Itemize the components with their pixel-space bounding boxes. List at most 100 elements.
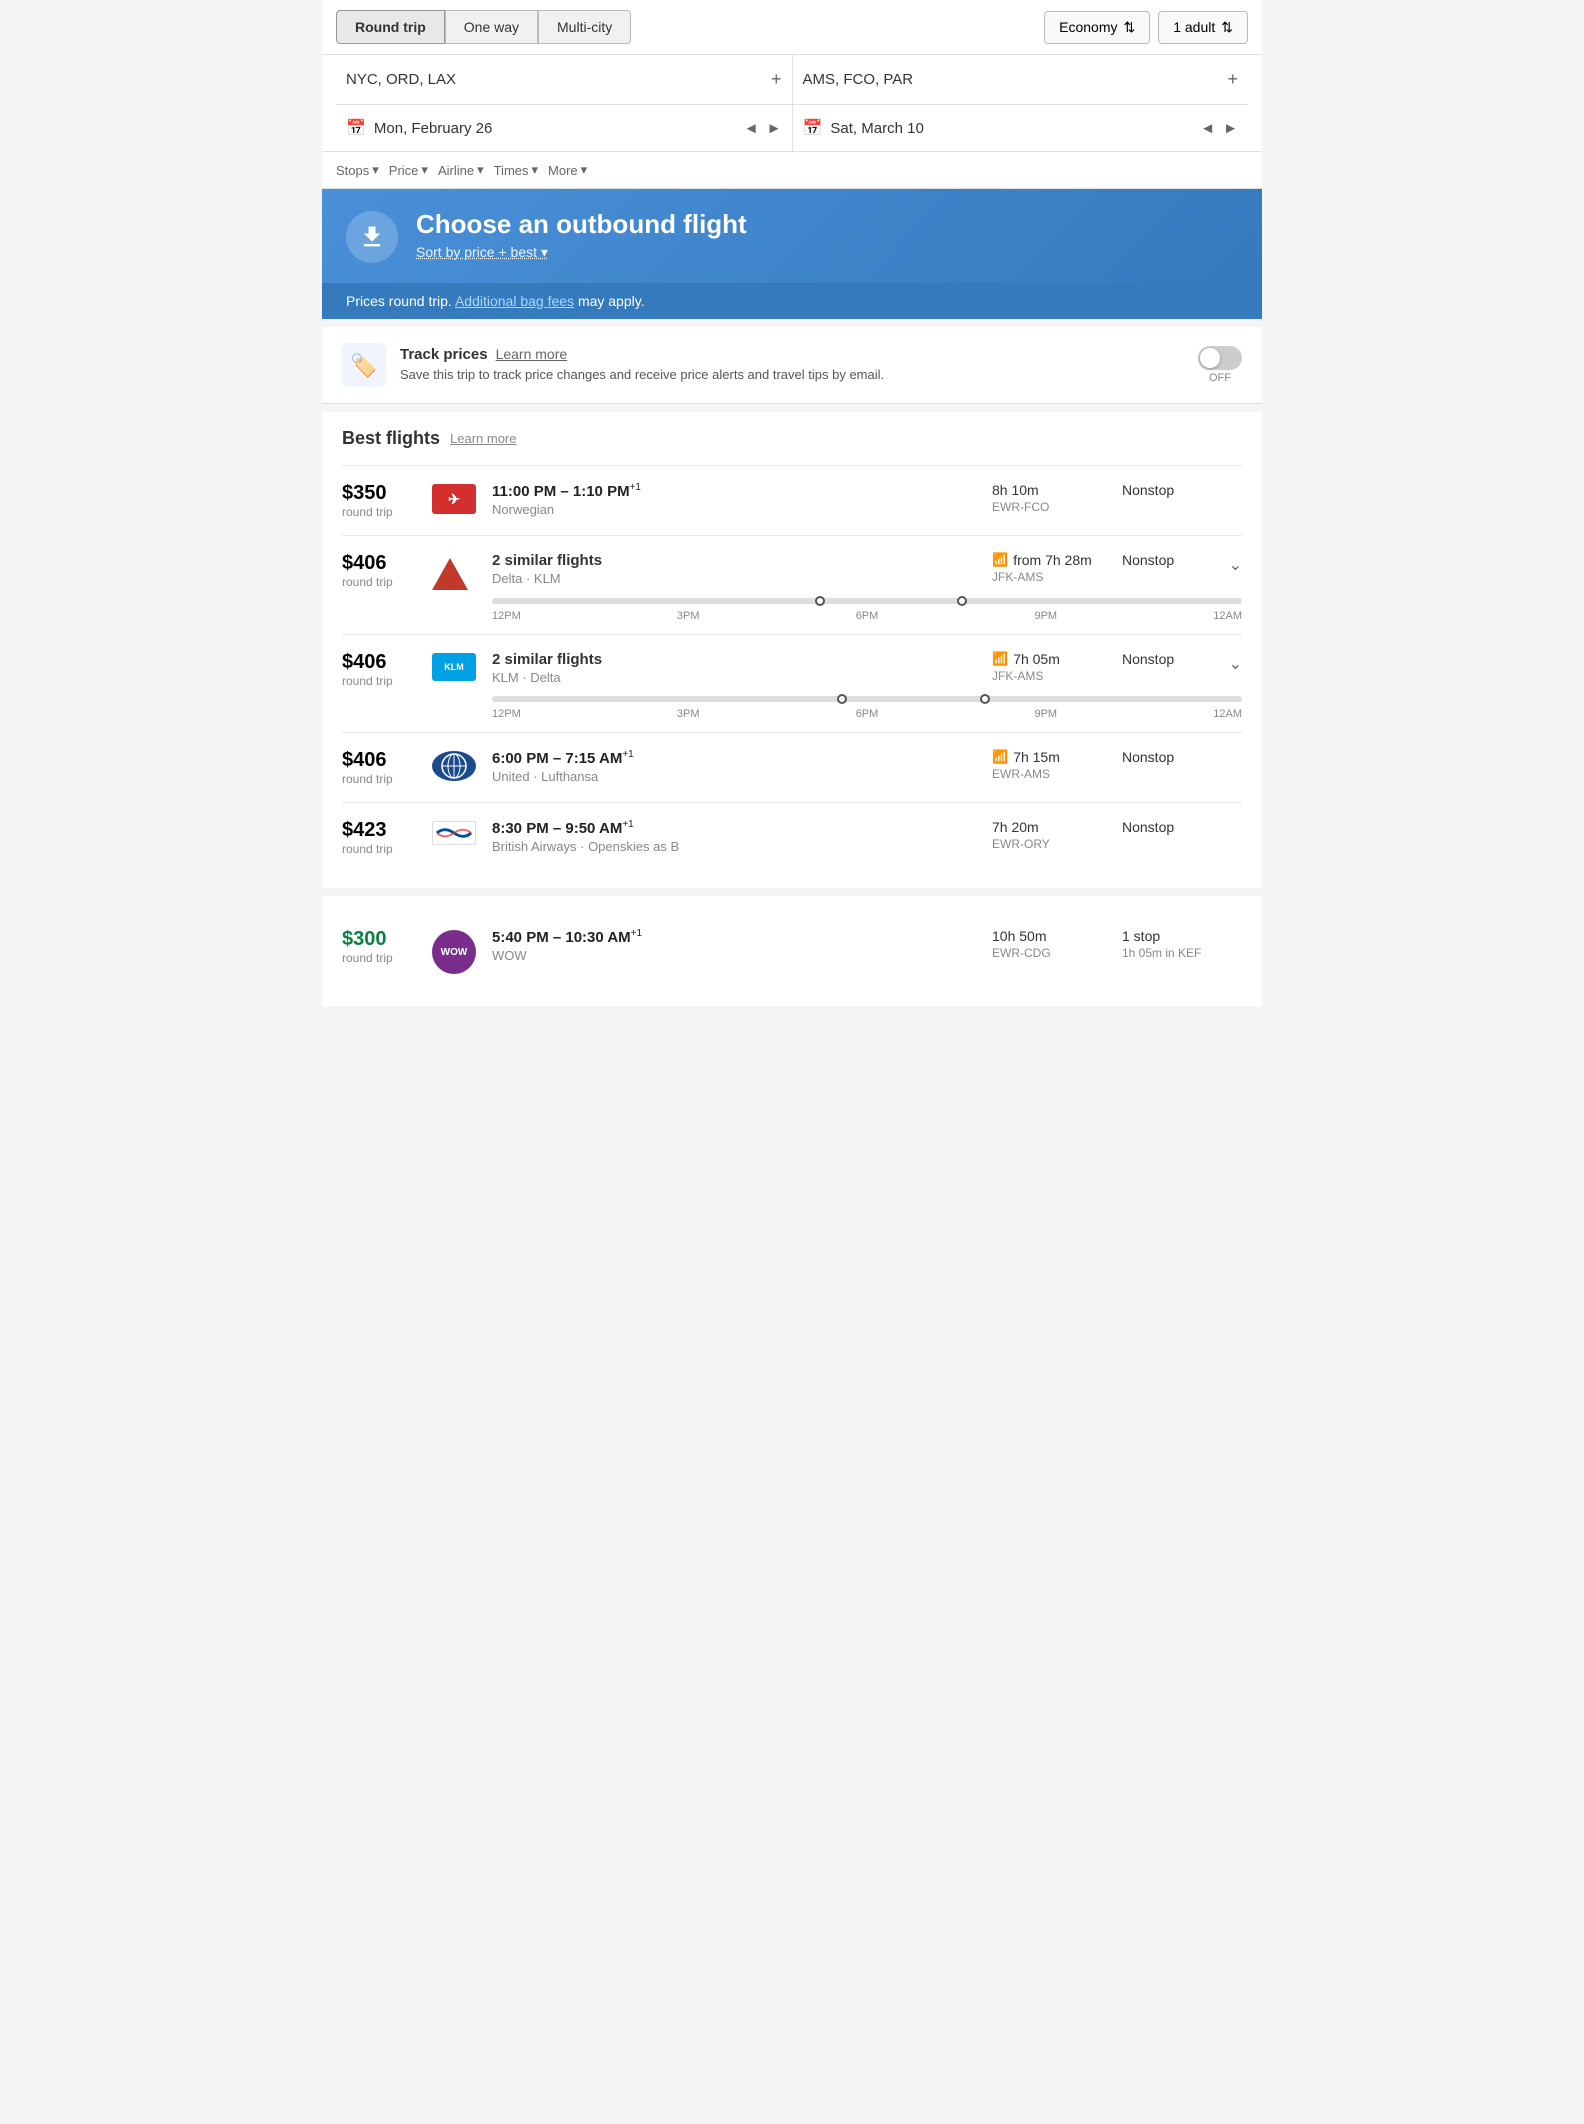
track-prices-description: Save this trip to track price changes an… [400, 366, 1184, 384]
flight-stops: Nonstop [1122, 651, 1242, 667]
flight-row[interactable]: $350 round trip ✈ 11:00 PM – 1:10 PM+1 N… [342, 465, 1242, 535]
globe-icon [440, 752, 468, 780]
stops-filter[interactable]: Stops ▾ [336, 162, 379, 178]
passengers-selector[interactable]: 1 adult ⇅ [1158, 11, 1248, 44]
price-chevron: ▾ [421, 162, 428, 178]
track-prices-icon: 🏷️ [342, 343, 386, 387]
flight-airline: British Airways · Openskies as B [492, 839, 982, 854]
airline-filter[interactable]: Airline ▾ [438, 162, 484, 178]
stops-chevron: ▾ [372, 162, 379, 178]
flight-info-col: 11:00 PM – 1:10 PM+1 Norwegian [492, 482, 992, 517]
times-filter[interactable]: Times ▾ [494, 162, 538, 178]
flight-stops: Nonstop [1122, 819, 1242, 835]
trip-type-group: Round trip One way Multi-city [336, 10, 631, 44]
flight-price-col: $423 round trip [342, 819, 432, 856]
flight-price: $406 [342, 749, 432, 772]
passengers-chevron: ⇅ [1221, 19, 1233, 36]
times-chevron: ▾ [532, 162, 539, 178]
flight-times: 8:30 PM – 9:50 AM+1 [492, 819, 982, 837]
return-date-nav[interactable]: ◄ ► [1200, 120, 1238, 137]
search-fields: NYC, ORD, LAX + AMS, FCO, PAR + 📅 Mon, F… [322, 55, 1262, 152]
flight-price-type: round trip [342, 951, 432, 965]
filters-bar: Stops ▾ Price ▾ Airline ▾ Times ▾ More ▾ [322, 152, 1262, 189]
multi-city-button[interactable]: Multi-city [538, 10, 631, 44]
track-prices-learn-link[interactable]: Learn more [496, 346, 568, 362]
flight-airline: United · Lufthansa [492, 769, 982, 784]
track-prices-toggle[interactable]: OFF [1198, 346, 1242, 384]
outbound-sort[interactable]: Sort by price + best ▾ [416, 244, 747, 261]
round-trip-button[interactable]: Round trip [336, 10, 445, 44]
expand-button[interactable]: ⌄ [1229, 555, 1242, 575]
flight-stops: Nonstop [1122, 749, 1242, 765]
flight-route: EWR-AMS [992, 767, 1122, 781]
flight-row[interactable]: $300 round trip WOW 5:40 PM – 10:30 AM+1… [342, 912, 1242, 990]
best-flights-section: Best flights Learn more $350 round trip … [322, 412, 1262, 888]
flight-airline: KLM · Delta [492, 670, 982, 685]
more-filter[interactable]: More ▾ [548, 162, 587, 178]
flight-row-group: $406 round trip 2 similar flights Delta … [342, 535, 1242, 634]
origin-field[interactable]: NYC, ORD, LAX + [336, 55, 793, 104]
depart-date-field[interactable]: 📅 Mon, February 26 ◄ ► [336, 105, 793, 151]
timeline-label: 12PM [492, 708, 521, 720]
flight-info-col: 5:40 PM – 10:30 AM+1 WOW [492, 928, 992, 963]
timeline-dot-2 [980, 694, 990, 704]
flight-duration-col: 📶 7h 05m JFK-AMS [992, 651, 1122, 683]
depart-next-icon[interactable]: ► [767, 120, 782, 137]
timeline-label: 3PM [677, 610, 700, 622]
cabin-selector[interactable]: Economy ⇅ [1044, 11, 1150, 44]
flight-stops: 1 stop [1122, 928, 1242, 944]
prices-note-text: Prices round trip. [346, 293, 452, 309]
timeline-label: 12AM [1213, 708, 1242, 720]
depart-prev-icon[interactable]: ◄ [744, 120, 759, 137]
destination-field[interactable]: AMS, FCO, PAR + [793, 55, 1249, 104]
cabin-label: Economy [1059, 19, 1117, 35]
flight-duration-col: 📶 from 7h 28m JFK-AMS [992, 552, 1122, 584]
flight-row[interactable]: $406 round trip KLM 2 similar flights KL… [342, 634, 1242, 692]
flight-price-type: round trip [342, 842, 432, 856]
top-bar: Round trip One way Multi-city Economy ⇅ … [322, 0, 1262, 55]
one-way-button[interactable]: One way [445, 10, 538, 44]
return-next-icon[interactable]: ► [1223, 120, 1238, 137]
bag-fees-link[interactable]: Additional bag fees [455, 293, 574, 309]
depart-date-nav[interactable]: ◄ ► [744, 120, 782, 137]
more-chevron: ▾ [581, 162, 588, 178]
toggle-thumb [1200, 348, 1220, 368]
depart-date-value: Mon, February 26 [374, 120, 492, 137]
price-filter[interactable]: Price ▾ [389, 162, 428, 178]
price-tag-icon: 🏷️ [342, 343, 386, 387]
toggle-track[interactable] [1198, 346, 1242, 370]
expand-button[interactable]: ⌄ [1229, 654, 1242, 674]
flight-price: $406 [342, 651, 432, 674]
flight-duration: 📶 7h 15m [992, 749, 1122, 765]
flight-info-col: 2 similar flights KLM · Delta [492, 651, 992, 685]
norwegian-logo-icon: ✈ [436, 487, 472, 511]
other-flights-section: $300 round trip WOW 5:40 PM – 10:30 AM+1… [322, 896, 1262, 1006]
return-date-field[interactable]: 📅 Sat, March 10 ◄ ► [793, 105, 1249, 151]
timeline-label: 6PM [856, 708, 879, 720]
depart-cal-icon: 📅 [346, 118, 366, 138]
flight-stops-col: Nonstop [1122, 819, 1242, 835]
flight-stops: Nonstop [1122, 482, 1242, 498]
airline-logo-col [432, 749, 492, 781]
flight-row[interactable]: $406 round trip 2 similar flights Delta … [342, 535, 1242, 594]
timeline-container: 12PM 3PM 6PM 9PM 12AM [342, 692, 1242, 732]
origin-plus[interactable]: + [771, 69, 782, 90]
flight-price-col: $406 round trip [342, 651, 432, 688]
origin-value: NYC, ORD, LAX [346, 71, 456, 88]
return-prev-icon[interactable]: ◄ [1200, 120, 1215, 137]
flight-duration: 📶 from 7h 28m [992, 552, 1122, 568]
flight-row[interactable]: $423 round trip 8:30 PM – 9:50 AM+1 Brit… [342, 802, 1242, 872]
flight-duration-col: 📶 7h 15m EWR-AMS [992, 749, 1122, 781]
timeline-dot-2 [957, 596, 967, 606]
flight-price-col: $406 round trip [342, 552, 432, 589]
best-flights-learn-link[interactable]: Learn more [450, 431, 516, 446]
track-prices-label: Track prices [400, 346, 488, 363]
return-date-value: Sat, March 10 [830, 120, 923, 137]
flight-similar: 2 similar flights [492, 651, 982, 668]
flight-row[interactable]: $406 round trip 6:00 PM – 7:15 AM+1 Unit… [342, 732, 1242, 802]
destination-plus[interactable]: + [1227, 69, 1238, 90]
flight-route: JFK-AMS [992, 570, 1122, 584]
outbound-banner: Choose an outbound flight Sort by price … [322, 189, 1262, 283]
airline-logo-col: KLM [432, 651, 492, 681]
timeline-label: 6PM [856, 610, 879, 622]
